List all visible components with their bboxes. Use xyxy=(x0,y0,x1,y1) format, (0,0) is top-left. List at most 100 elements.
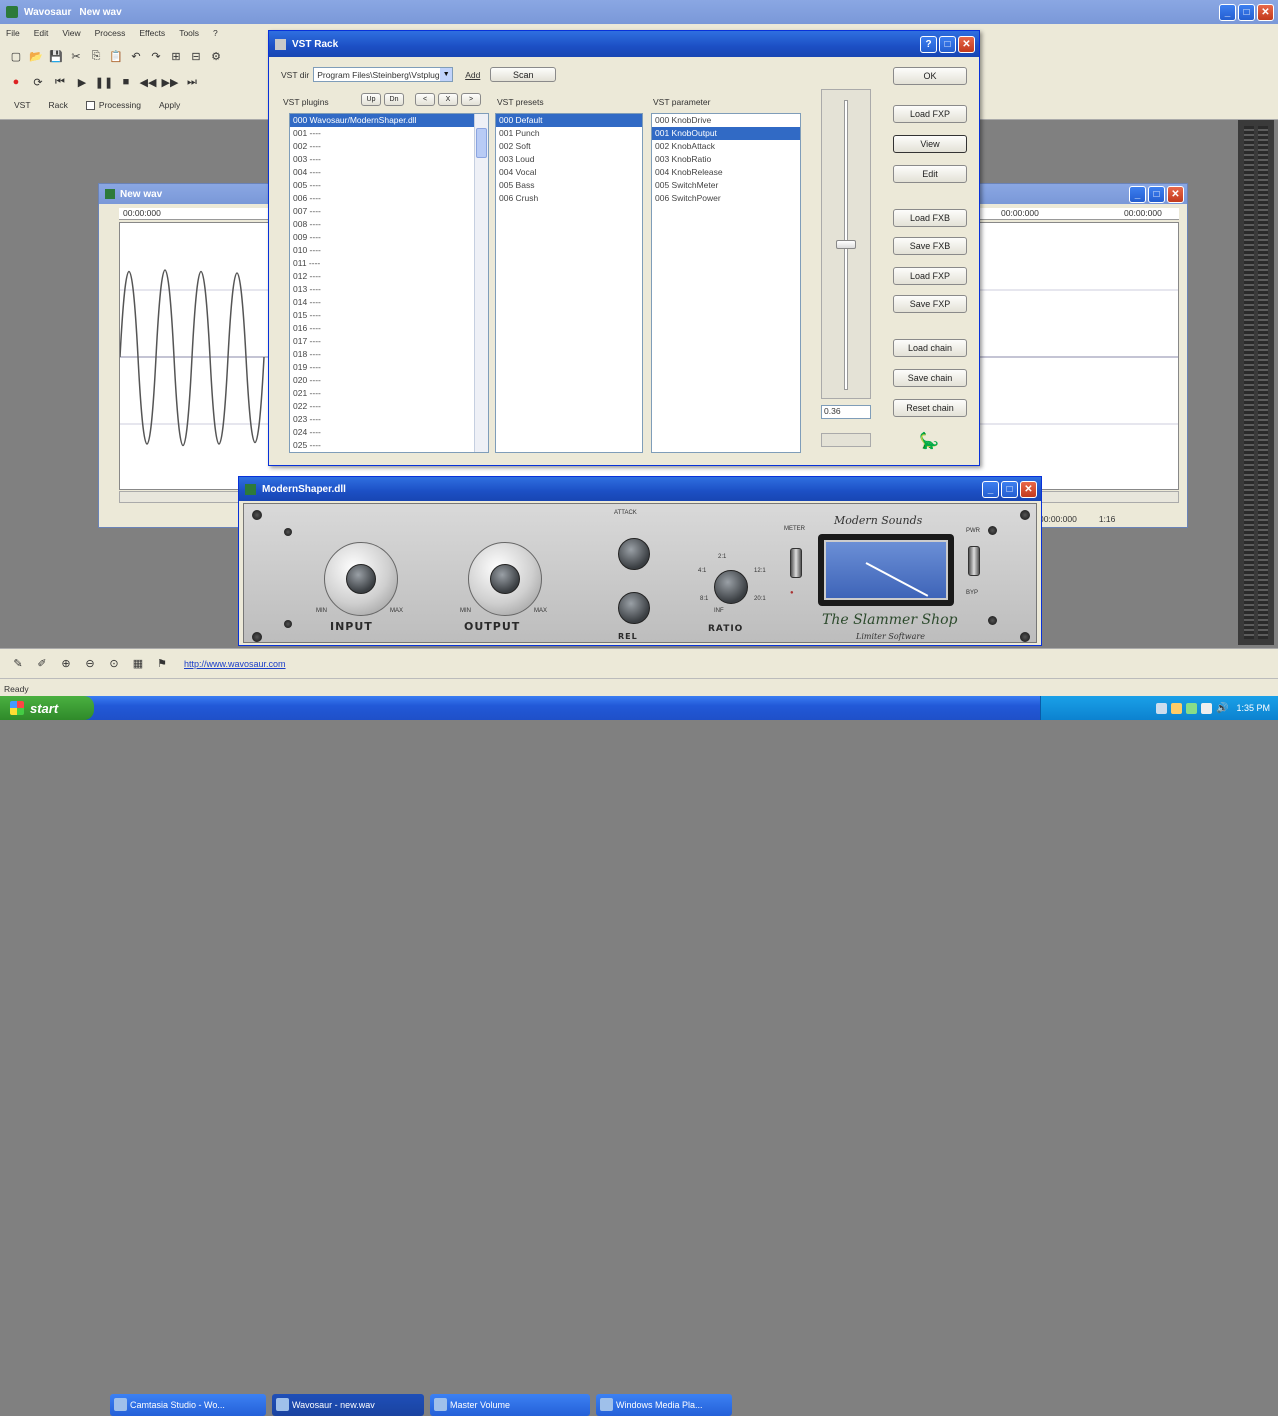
stop-icon[interactable]: ■ xyxy=(118,74,134,90)
edit-button[interactable]: Edit xyxy=(893,165,967,183)
plugin-item[interactable]: 020 ---- xyxy=(290,374,488,387)
task-media-player[interactable]: Windows Media Pla... xyxy=(596,1394,732,1416)
plugin-item[interactable]: 017 ---- xyxy=(290,335,488,348)
save-disk-icon[interactable]: 💾 xyxy=(48,48,64,64)
grid-icon[interactable]: ▦ xyxy=(130,656,146,672)
vst-plugins-list[interactable]: 000 Wavosaur/ModernShaper.dll 001 ---- 002… xyxy=(289,113,489,453)
param-item[interactable]: 003 KnobRatio xyxy=(652,153,800,166)
plugin-item[interactable]: 002 ---- xyxy=(290,140,488,153)
prev-button[interactable]: < xyxy=(415,93,435,106)
plugin-item[interactable]: 025 ---- xyxy=(290,439,488,452)
param-item[interactable]: 004 KnobRelease xyxy=(652,166,800,179)
plugin-item[interactable]: 000 Wavosaur/ModernShaper.dll xyxy=(290,114,488,127)
plugin-item[interactable]: 021 ---- xyxy=(290,387,488,400)
redo-icon[interactable]: ↷ xyxy=(148,48,164,64)
plugin-item[interactable]: 007 ---- xyxy=(290,205,488,218)
plugin-item[interactable]: 015 ---- xyxy=(290,309,488,322)
tool-icon[interactable]: ⚙ xyxy=(208,48,224,64)
reset-chain-button[interactable]: Reset chain xyxy=(893,399,967,417)
task-master-volume[interactable]: Master Volume xyxy=(430,1394,590,1416)
plugin-item[interactable]: 006 ---- xyxy=(290,192,488,205)
add-link[interactable]: Add xyxy=(465,70,480,80)
param-item[interactable]: 001 KnobOutput xyxy=(652,127,800,140)
wave-maximize-button[interactable]: □ xyxy=(1148,185,1165,203)
plugin-item[interactable]: 014 ---- xyxy=(290,296,488,309)
preset-item[interactable]: 005 Bass xyxy=(496,179,642,192)
plugin-item[interactable]: 012 ---- xyxy=(290,270,488,283)
undo-icon[interactable]: ↶ xyxy=(128,48,144,64)
ok-button[interactable]: OK xyxy=(893,67,967,85)
plugin-minimize-button[interactable]: _ xyxy=(982,480,999,498)
zoom-full-icon[interactable]: ⊙ xyxy=(106,656,122,672)
end-icon[interactable]: ⏭ xyxy=(184,74,200,90)
plugin-item[interactable]: 001 ---- xyxy=(290,127,488,140)
website-link[interactable]: http://www.wavosaur.com xyxy=(184,659,286,669)
param-item[interactable]: 002 KnobAttack xyxy=(652,140,800,153)
plugin-maximize-button[interactable]: □ xyxy=(1001,480,1018,498)
plugin-item[interactable]: 019 ---- xyxy=(290,361,488,374)
task-camtasia[interactable]: Camtasia Studio - Wo... xyxy=(110,1394,266,1416)
preset-item[interactable]: 006 Crush xyxy=(496,192,642,205)
save-fxb-button[interactable]: Save FXB xyxy=(893,237,967,255)
preset-item[interactable]: 002 Soft xyxy=(496,140,642,153)
save-chain-button[interactable]: Save chain xyxy=(893,369,967,387)
tray-icon[interactable] xyxy=(1201,702,1213,714)
paste-icon[interactable]: 📋 xyxy=(108,48,124,64)
param-item[interactable]: 000 KnobDrive xyxy=(652,114,800,127)
trim-icon[interactable]: ⊞ xyxy=(168,48,184,64)
param-slider-thumb[interactable] xyxy=(836,240,856,249)
rewind-icon[interactable]: ◀◀ xyxy=(140,74,157,90)
output-knob[interactable] xyxy=(468,542,542,616)
load-fxp-button[interactable]: Load FXP xyxy=(893,105,967,123)
menu-edit[interactable]: Edit xyxy=(34,28,49,38)
preset-item[interactable]: 004 Vocal xyxy=(496,166,642,179)
pause-icon[interactable]: ❚❚ xyxy=(95,74,113,90)
main-close-button[interactable]: ✕ xyxy=(1257,3,1274,21)
vst-toolbar-button[interactable]: VST xyxy=(14,100,31,110)
plugin-item[interactable]: 003 ---- xyxy=(290,153,488,166)
param-item[interactable]: 005 SwitchMeter xyxy=(652,179,800,192)
plugin-item[interactable]: 024 ---- xyxy=(290,426,488,439)
cut-icon[interactable]: ✂ xyxy=(68,48,84,64)
load-fxp-button-2[interactable]: Load FXP xyxy=(893,267,967,285)
move-down-button[interactable]: Dn xyxy=(384,93,404,106)
vst-params-list[interactable]: 000 KnobDrive 001 KnobOutput 002 KnobAttac… xyxy=(651,113,801,453)
plugin-item[interactable]: 016 ---- xyxy=(290,322,488,335)
menu-file[interactable]: File xyxy=(6,28,20,38)
preset-item[interactable]: 001 Punch xyxy=(496,127,642,140)
speaker-icon[interactable]: 🔊 xyxy=(1216,703,1228,714)
plugin-item[interactable]: 018 ---- xyxy=(290,348,488,361)
load-chain-button[interactable]: Load chain xyxy=(893,339,967,357)
loop-icon[interactable]: ⟳ xyxy=(30,74,46,90)
play-icon[interactable]: ▶ xyxy=(74,74,90,90)
menu-tools[interactable]: Tools xyxy=(179,28,199,38)
processing-checkbox[interactable]: Processing xyxy=(85,100,141,110)
save-fxp-button[interactable]: Save FXP xyxy=(893,295,967,313)
preset-item[interactable]: 003 Loud xyxy=(496,153,642,166)
input-knob[interactable] xyxy=(324,542,398,616)
scan-button[interactable]: Scan xyxy=(490,67,557,82)
next-button[interactable]: > xyxy=(461,93,481,106)
main-minimize-button[interactable]: _ xyxy=(1219,3,1236,21)
open-folder-icon[interactable]: 📂 xyxy=(28,48,44,64)
plugin-item[interactable]: 022 ---- xyxy=(290,400,488,413)
pen-icon[interactable]: ✐ xyxy=(34,656,50,672)
menu-effects[interactable]: Effects xyxy=(139,28,165,38)
plugin-close-button[interactable]: ✕ xyxy=(1020,480,1037,498)
pencil-icon[interactable]: ✎ xyxy=(10,656,26,672)
plugin-item[interactable]: 005 ---- xyxy=(290,179,488,192)
new-file-icon[interactable]: ▢ xyxy=(8,48,24,64)
plugin-item[interactable]: 013 ---- xyxy=(290,283,488,296)
copy-icon[interactable]: ⎘ xyxy=(88,48,104,64)
wave-close-button[interactable]: ✕ xyxy=(1167,185,1184,203)
rack-toolbar-button[interactable]: Rack xyxy=(49,100,68,110)
vst-rack-help-button[interactable]: ? xyxy=(920,35,937,53)
task-wavosaur[interactable]: Wavosaur - new.wav xyxy=(272,1394,424,1416)
plugin-item[interactable]: 011 ---- xyxy=(290,257,488,270)
load-fxb-button[interactable]: Load FXB xyxy=(893,209,967,227)
main-maximize-button[interactable]: □ xyxy=(1238,3,1255,21)
plugin-item[interactable]: 004 ---- xyxy=(290,166,488,179)
plugins-scroll-thumb[interactable] xyxy=(476,128,487,158)
vst-rack-maximize-button[interactable]: □ xyxy=(939,35,956,53)
vst-rack-close-button[interactable]: ✕ xyxy=(958,35,975,53)
